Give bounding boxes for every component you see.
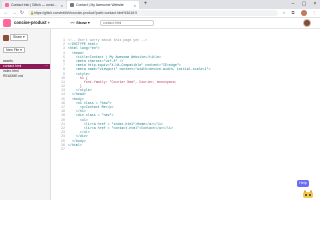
lock-icon: 🔒: [30, 11, 35, 15]
glitch-header: concise-product▾ 👓 Show ▾: [0, 18, 320, 29]
file-sidebar: Share ▾ New File ▾ assets contact.html ·…: [0, 29, 51, 200]
close-tab-icon[interactable]: ×: [61, 3, 63, 8]
user-avatar[interactable]: [303, 19, 311, 27]
project-name-menu[interactable]: concise-product▾: [14, 20, 50, 26]
file-search-input[interactable]: [100, 20, 154, 26]
line-number-gutter: 1 2 3 4 5 6 7 8 9 10 11 12 13 14 15 16 17 18 19 20 21 22 23 24 2…: [51, 38, 67, 151]
browser-tab-contact[interactable]: Contact | My Awesome Website ×: [67, 1, 139, 9]
file-name: assets: [3, 59, 13, 63]
address-url: https://glitch.com/edit/#!/concise-produ…: [34, 11, 138, 15]
collaborator-row: Share ▾: [3, 34, 28, 41]
tab-label: Contact Info | Glitch — concise-product: [11, 3, 59, 7]
browser-tab-glitch[interactable]: Contact Info | Glitch — concise-product …: [2, 1, 66, 9]
file-name: contact.html: [3, 64, 22, 68]
close-window-icon[interactable]: ×: [310, 0, 320, 9]
address-bar[interactable]: 🔒 https://glitch.com/edit/#!/concise-pro…: [28, 10, 278, 16]
browser-tab-bar: Contact Info | Glitch — concise-product …: [0, 0, 320, 9]
code-editor[interactable]: 1 2 3 4 5 6 7 8 9 10 11 12 13 14 15 16 17 18 19 20 21 22 23 24 2…: [51, 29, 320, 200]
share-button[interactable]: Share ▾: [10, 34, 28, 41]
code-area[interactable]: <!-- Don't worry about this page yet -->…: [68, 38, 308, 151]
file-list: assets contact.html ··· index.html READM…: [0, 59, 50, 79]
chevron-down-icon: ▾: [47, 20, 50, 25]
file-item-readme[interactable]: README.md: [0, 74, 50, 79]
new-tab-button[interactable]: +: [142, 1, 149, 8]
show-button[interactable]: 👓 Show ▾: [68, 20, 92, 26]
new-file-button[interactable]: New File ▾: [3, 47, 25, 53]
browser-profile-avatar[interactable]: [301, 10, 307, 16]
project-name: concise-product: [14, 20, 47, 25]
code-line[interactable]: [68, 147, 308, 151]
glitch-mascot-icon[interactable]: [302, 190, 314, 199]
minimize-window-icon[interactable]: –: [288, 0, 298, 9]
browser-menu-icon[interactable]: ⋮: [311, 10, 317, 16]
maximize-window-icon[interactable]: ▢: [299, 0, 309, 9]
forward-arrow-icon[interactable]: →: [11, 10, 17, 16]
extensions-icon[interactable]: ⧉: [290, 10, 296, 16]
browser-toolbar: ← → ↻ 🔒 https://glitch.com/edit/#!/conci…: [0, 9, 320, 18]
bookmark-star-icon[interactable]: ☆: [281, 10, 287, 16]
back-arrow-icon[interactable]: ←: [3, 10, 9, 16]
glitch-logo-icon[interactable]: [3, 19, 11, 27]
line-number: 27: [61, 146, 65, 151]
close-tab-icon[interactable]: ×: [134, 3, 136, 8]
file-name: README.md: [3, 74, 24, 78]
collaborator-avatar[interactable]: [3, 34, 9, 41]
page-favicon-icon: [70, 3, 74, 7]
glitch-favicon-icon: [5, 3, 9, 7]
tab-label: Contact | My Awesome Website: [76, 3, 124, 7]
file-name: index.html: [3, 69, 19, 73]
help-button[interactable]: Help: [297, 180, 309, 187]
reload-icon[interactable]: ↻: [19, 10, 25, 16]
